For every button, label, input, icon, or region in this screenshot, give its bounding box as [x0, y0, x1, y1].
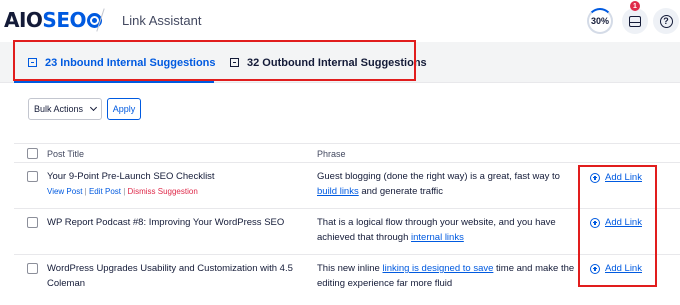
phrase-text: That is a logical flow through your webs…	[317, 215, 582, 245]
logo-text-seo: SEO	[42, 8, 86, 32]
top-header: AIO SEO Link Assistant 30% 1 ?	[0, 0, 680, 42]
post-title[interactable]: Your 9-Point Pre-Launch SEO Checklist	[47, 169, 297, 184]
column-header-phrase: Phrase	[317, 149, 346, 159]
phrase-text: Guest blogging (done the right way) is a…	[317, 169, 582, 199]
notification-badge: 1	[630, 1, 640, 11]
row-checkbox[interactable]	[27, 263, 38, 274]
phrase-text: This new inline linking is designed to s…	[317, 261, 582, 291]
highlight-box-add-link	[578, 165, 657, 287]
notifications-button[interactable]	[622, 8, 648, 34]
bulk-actions-select[interactable]: Bulk Actions	[28, 98, 102, 120]
page-title: Link Assistant	[122, 13, 202, 28]
phrase-before: This new inline	[317, 263, 383, 274]
logo-text-aio: AIO	[4, 8, 43, 32]
row-checkbox[interactable]	[27, 171, 38, 182]
post-title[interactable]: WP Report Podcast #8: Improving Your Wor…	[47, 215, 307, 230]
view-post-link[interactable]: View Post	[47, 187, 82, 196]
phrase-after: and generate traffic	[358, 186, 444, 197]
edit-post-link[interactable]: Edit Post	[89, 187, 121, 196]
bulk-actions-label: Bulk Actions	[34, 104, 84, 114]
chevron-down-icon	[89, 103, 98, 112]
row-checkbox[interactable]	[27, 217, 38, 228]
inbox-icon	[629, 15, 641, 27]
row-actions: View Post | Edit Post | Dismiss Suggesti…	[47, 187, 198, 196]
select-all-checkbox[interactable]	[27, 148, 38, 159]
phrase-link[interactable]: build links	[317, 186, 359, 197]
aioseo-logo[interactable]: AIO SEO	[4, 8, 103, 32]
dismiss-suggestion-link[interactable]: Dismiss Suggestion	[128, 187, 198, 196]
phrase-before: Guest blogging (done the right way) is a…	[317, 171, 560, 182]
seo-score-circle[interactable]: 30%	[587, 8, 613, 34]
post-title[interactable]: WordPress Upgrades Usability and Customi…	[47, 261, 302, 291]
phrase-link[interactable]: linking is designed to save	[382, 263, 493, 274]
table-header: Post Title Phrase	[14, 143, 680, 163]
apply-button[interactable]: Apply	[107, 98, 141, 120]
help-icon: ?	[659, 14, 673, 28]
phrase-link[interactable]: internal links	[411, 232, 464, 243]
help-button[interactable]: ?	[653, 8, 679, 34]
column-header-post-title: Post Title	[47, 149, 85, 159]
highlight-box-tabs	[13, 40, 416, 81]
